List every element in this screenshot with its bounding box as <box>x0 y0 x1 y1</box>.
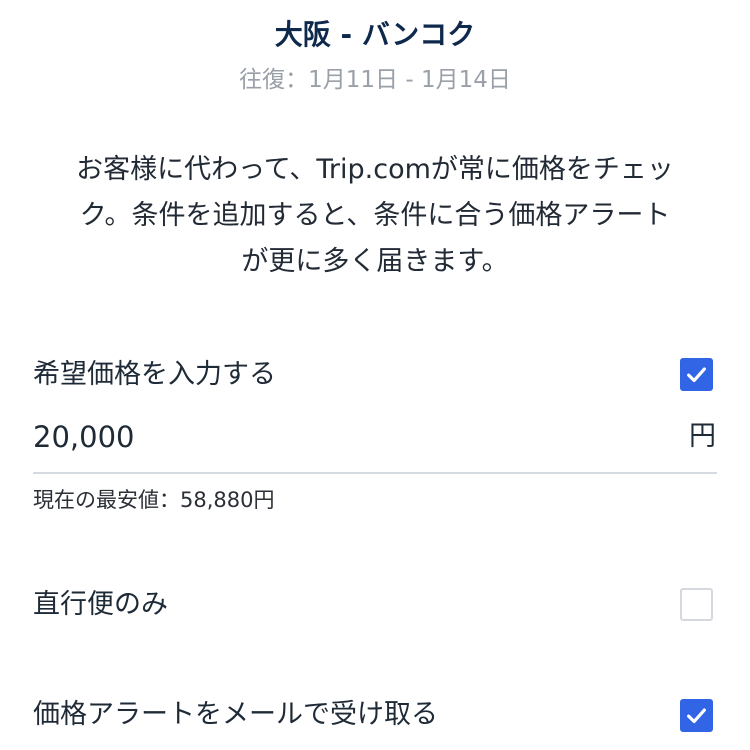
email-alert-label: 価格アラートをメールで受け取る <box>33 699 438 730</box>
direct-only-label: 直行便のみ <box>33 589 168 620</box>
route-title: 大阪 - バンコク <box>274 18 476 51</box>
direct-only-checkbox[interactable] <box>680 588 713 621</box>
currency-unit: 円 <box>689 421 716 452</box>
lowest-price-text: 現在の最安値：58,880円 <box>33 488 275 512</box>
target-price-checkbox[interactable] <box>680 358 713 391</box>
trip-dates: 往復：1月11日 - 1月14日 <box>239 67 511 93</box>
description-line: ク。条件を追加すると、条件に合う価格アラート <box>79 200 671 231</box>
input-underline <box>33 472 717 474</box>
description-line: が更に多く届きます。 <box>241 246 509 277</box>
description-line: お客様に代わって、Trip.comが常に価格をチェッ <box>76 154 674 185</box>
target-price-input[interactable] <box>33 415 593 459</box>
email-alert-checkbox[interactable] <box>680 699 713 732</box>
description: お客様に代わって、Trip.comが常に価格をチェッ ク。条件を追加すると、条件… <box>0 147 750 285</box>
check-icon <box>687 367 706 383</box>
check-icon <box>687 708 706 724</box>
target-price-label: 希望価格を入力する <box>33 359 276 390</box>
